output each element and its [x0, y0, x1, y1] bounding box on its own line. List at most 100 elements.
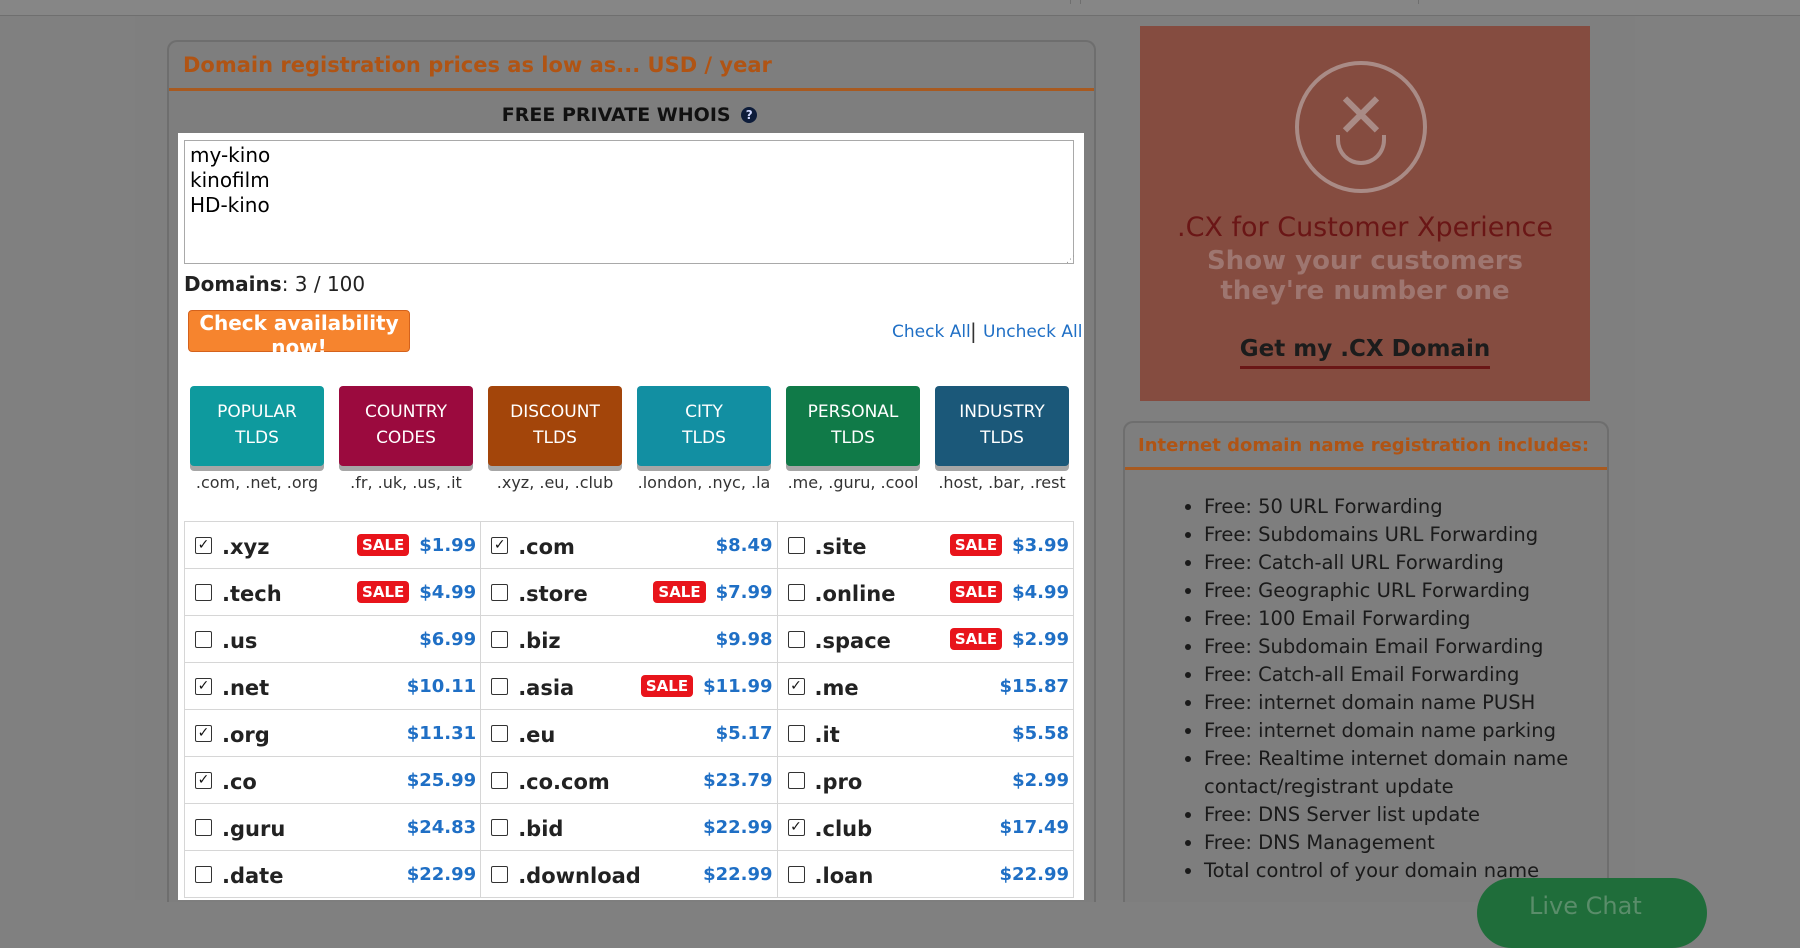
tld-checkbox[interactable]: ✓	[491, 536, 509, 554]
tld-cell: .biz $9.98	[480, 615, 778, 663]
tld-checkbox[interactable]	[195, 630, 212, 648]
tld-price: $22.99	[703, 816, 773, 838]
ad-cta-text[interactable]: Get my .CX Domain	[1239, 336, 1491, 369]
tld-checkbox[interactable]	[787, 771, 805, 789]
tld-checkbox[interactable]	[787, 724, 805, 742]
tld-name[interactable]: .loan	[815, 864, 874, 888]
tld-checkbox[interactable]	[491, 677, 509, 695]
tld-checkbox[interactable]	[491, 818, 509, 836]
tld-name[interactable]: .co.com	[518, 770, 610, 794]
tld-name[interactable]: .eu	[518, 723, 555, 747]
tld-checkbox[interactable]	[787, 536, 805, 554]
tld-cell: .tech SALE $4.99	[183, 568, 482, 616]
category-label: COUNTRY	[365, 402, 447, 422]
ad-cta-link[interactable]: Get my .CX Domain	[1140, 336, 1590, 369]
tld-checkbox[interactable]	[195, 818, 212, 836]
table-row: .tech SALE $4.99 .store SALE $7.99 .online SALE…	[183, 568, 1075, 616]
tld-checkbox[interactable]	[491, 630, 509, 648]
tld-checkbox[interactable]	[787, 865, 805, 883]
cx-domain-ad[interactable]: ✕ .CX for Customer Xperience Show your c…	[1140, 26, 1590, 401]
tld-checkbox[interactable]	[787, 583, 805, 601]
tld-cell: .eu $5.17	[480, 709, 778, 757]
domains-count-value: : 3 / 100	[281, 272, 366, 296]
tld-checkbox[interactable]	[195, 865, 212, 883]
uncheck-all-link[interactable]: Uncheck All	[983, 322, 1082, 342]
tld-name[interactable]: .site	[815, 535, 867, 559]
tld-name[interactable]: .pro	[815, 770, 863, 794]
tld-checkbox[interactable]	[491, 724, 509, 742]
tld-cell: ✓ .me $15.87	[776, 662, 1075, 710]
top-divider	[1070, 0, 1071, 4]
domains-textarea[interactable]	[184, 140, 1074, 264]
includes-panel: Internet domain name registration includ…	[1123, 421, 1609, 902]
tld-checkbox[interactable]	[195, 583, 212, 601]
domains-count-label: Domains	[184, 272, 282, 296]
tld-name[interactable]: .org	[222, 723, 270, 747]
link-separator: |	[970, 319, 977, 343]
tld-name[interactable]: .me	[815, 676, 859, 700]
tld-name[interactable]: .co	[222, 770, 257, 794]
tld-name[interactable]: .us	[222, 629, 257, 653]
tld-name[interactable]: .guru	[222, 817, 285, 841]
tld-checkbox[interactable]: ✓	[195, 771, 212, 789]
tld-name[interactable]: .club	[815, 817, 873, 841]
tld-cell: .online SALE $4.99	[776, 568, 1075, 616]
includes-list: Free: 50 URL ForwardingFree: Subdomains …	[1162, 493, 1607, 885]
category-button-personal[interactable]: PERSONAL TLDS	[786, 386, 920, 466]
table-row: .date $22.99 .download $22.99 .loan $22.99	[183, 850, 1075, 898]
sale-badge: SALE	[640, 675, 694, 697]
tld-price: $9.98	[715, 628, 773, 650]
tld-name[interactable]: .space	[815, 629, 891, 653]
category-button-city[interactable]: CITY TLDS	[637, 386, 771, 466]
top-divider	[1418, 0, 1419, 4]
tld-name[interactable]: .download	[518, 864, 641, 888]
tld-cell: .it $5.58	[776, 709, 1075, 757]
tld-price-table: ✓ .xyz SALE $1.99 ✓ .com $8.49 .site SALE $3.99 .t…	[183, 521, 1075, 898]
category-label: TLDS	[831, 428, 875, 448]
tld-checkbox[interactable]: ✓	[787, 818, 805, 836]
category-button-country[interactable]: COUNTRY CODES	[339, 386, 473, 466]
tld-name[interactable]: .date	[222, 864, 283, 888]
tld-checkbox[interactable]	[491, 865, 509, 883]
tld-name[interactable]: .bid	[518, 817, 563, 841]
category-label: PERSONAL	[807, 402, 899, 422]
panel-header: Domain registration prices as low as... …	[169, 42, 1094, 91]
tld-name[interactable]: .tech	[222, 582, 282, 606]
category-button-popular[interactable]: POPULAR TLDS	[190, 386, 324, 466]
tld-name[interactable]: .online	[815, 582, 896, 606]
tld-checkbox[interactable]: ✓	[195, 536, 212, 554]
tld-checkbox[interactable]: ✓	[195, 724, 212, 742]
tld-cell: .bid $22.99	[480, 803, 778, 851]
tld-name[interactable]: .xyz	[222, 535, 269, 559]
category-button-discount[interactable]: DISCOUNT TLDS	[488, 386, 622, 466]
table-row: .guru $24.83 .bid $22.99 ✓ .club $17.49	[183, 803, 1075, 851]
live-chat-label[interactable]: Live Chat	[1529, 892, 1642, 920]
live-chat-button[interactable]: Live Chat	[1477, 878, 1707, 948]
check-all-link[interactable]: Check All	[892, 322, 971, 342]
panel-title: Domain registration prices as low as... …	[183, 53, 772, 77]
help-icon[interactable]: ?	[741, 107, 758, 123]
category-button-industry[interactable]: INDUSTRY TLDS	[935, 386, 1069, 466]
tld-cell: ✓ .com $8.49	[480, 521, 778, 569]
tld-name[interactable]: .biz	[518, 629, 560, 653]
category-label: POPULAR	[217, 402, 297, 422]
list-item: Free: Realtime internet domain name cont…	[1204, 745, 1607, 801]
resize-grip-icon[interactable]: ⋰	[1066, 255, 1076, 265]
tld-name[interactable]: .asia	[518, 676, 574, 700]
category-examples: .me, .guru, .cool	[787, 473, 919, 492]
tld-checkbox[interactable]	[787, 630, 805, 648]
tld-cell: .date $22.99	[183, 850, 482, 898]
tld-name[interactable]: .com	[518, 535, 575, 559]
tld-name[interactable]: .net	[222, 676, 269, 700]
includes-title: Internet domain name registration includ…	[1138, 434, 1590, 456]
tld-checkbox[interactable]: ✓	[787, 677, 805, 695]
tld-checkbox[interactable]: ✓	[195, 677, 212, 695]
tld-price: $8.49	[715, 534, 773, 556]
tld-name[interactable]: .store	[518, 582, 588, 606]
tld-checkbox[interactable]	[491, 583, 509, 601]
table-row: ✓ .xyz SALE $1.99 ✓ .com $8.49 .site SALE $3.99	[183, 521, 1075, 569]
tld-checkbox[interactable]	[491, 771, 509, 789]
check-availability-button[interactable]: Check availability now!	[188, 310, 410, 359]
list-item: Free: Geographic URL Forwarding	[1204, 577, 1607, 605]
tld-name[interactable]: .it	[815, 723, 840, 747]
